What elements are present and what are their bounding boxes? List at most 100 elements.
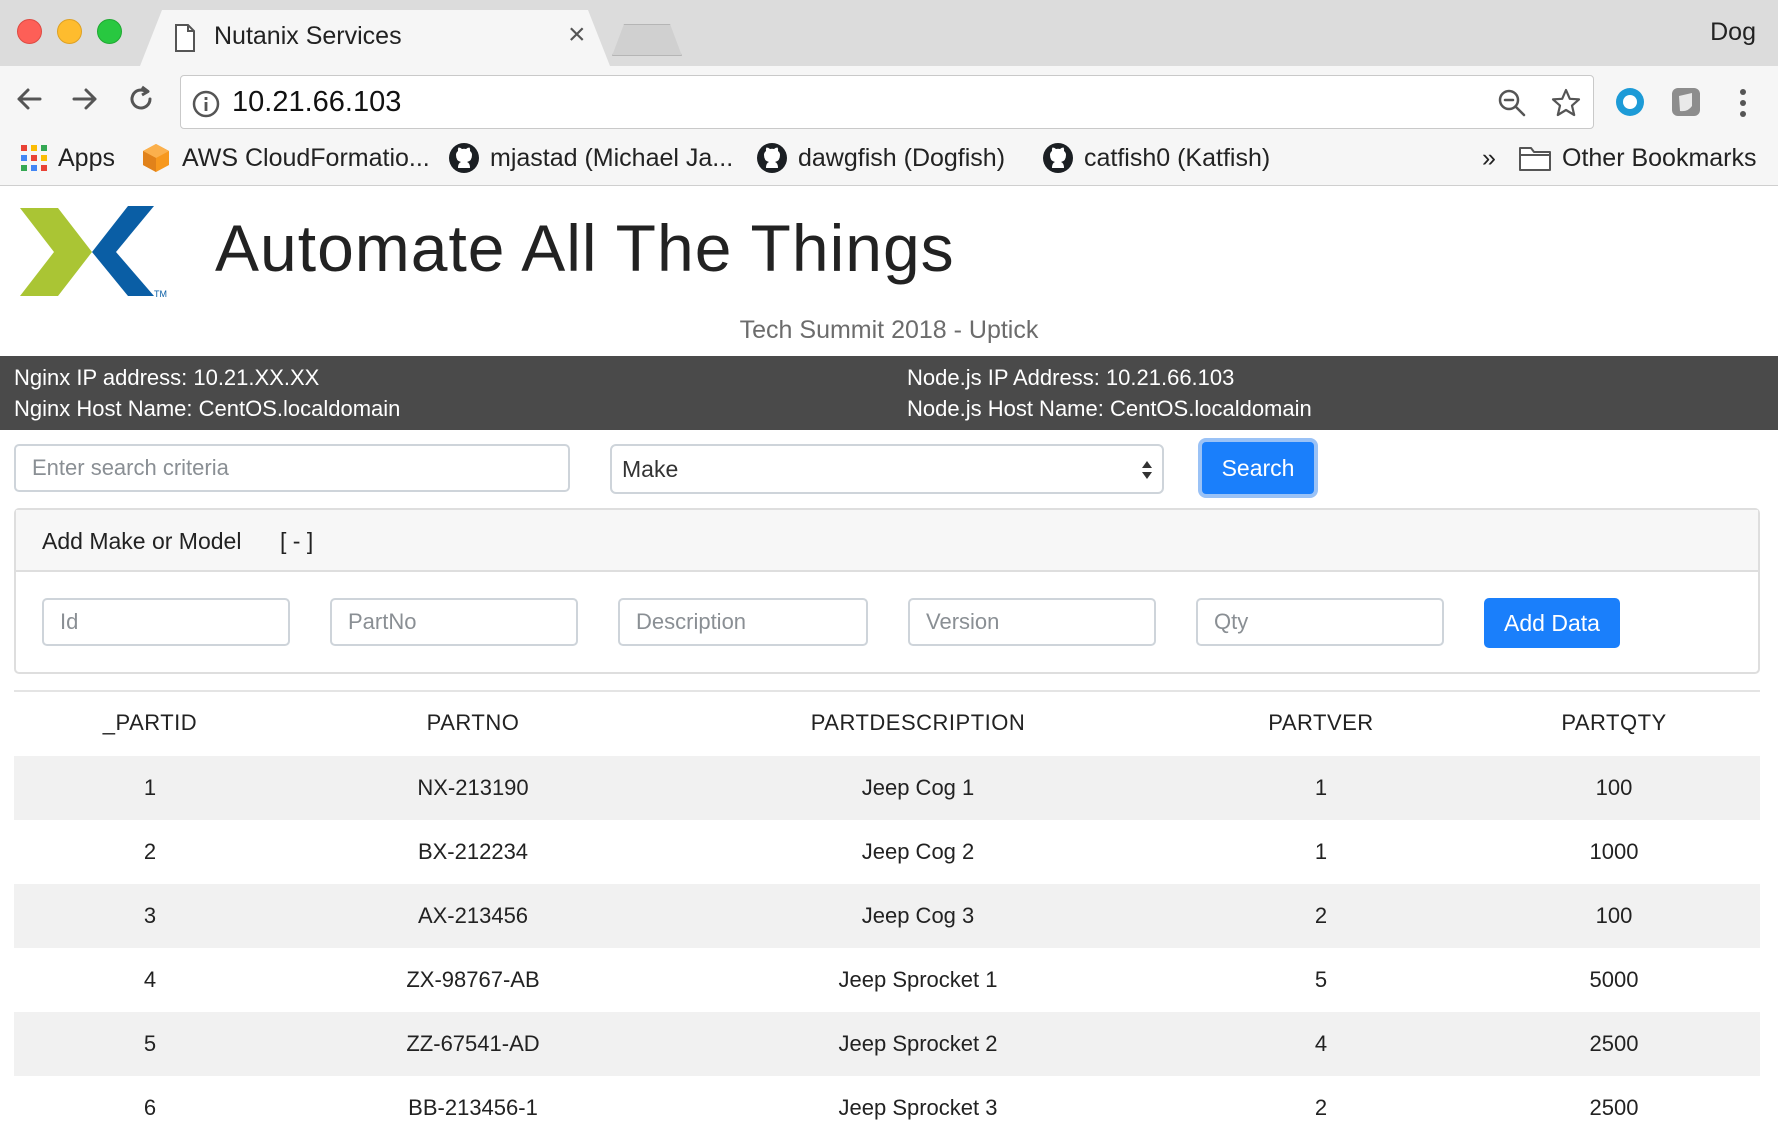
table-cell: 1	[143, 775, 157, 800]
table-cell: NX-213190	[417, 775, 529, 800]
table-row: 6 BB-213456-1 Jeep Sprocket 3 2 2500	[14, 1076, 1760, 1140]
zoom-out-icon[interactable]	[1497, 88, 1527, 118]
table-cell: 1	[1314, 775, 1328, 800]
bookmark-star-icon[interactable]	[1550, 87, 1582, 119]
back-arrow-icon[interactable]	[14, 84, 44, 114]
tab-title: Nutanix Services	[214, 22, 402, 50]
github-icon	[1043, 143, 1073, 173]
table-cell: Jeep Sprocket 2	[838, 1031, 998, 1056]
apps-grid-icon	[21, 145, 47, 171]
partno-input[interactable]	[330, 598, 578, 646]
table-cell: 2	[143, 839, 157, 864]
table-cell: 2	[1314, 1095, 1328, 1120]
more-menu-icon[interactable]	[1733, 86, 1753, 120]
collapse-toggle[interactable]: [ - ]	[280, 528, 313, 555]
nginx-host-label: Nginx Host Name: CentOS.localdomain	[14, 396, 401, 421]
bookmark-label: AWS CloudFormatio...	[182, 143, 430, 172]
aws-cube-icon	[143, 144, 169, 172]
table-cell: 4	[143, 967, 157, 992]
table-cell: Jeep Sprocket 1	[838, 967, 998, 992]
bookmark-catfish0[interactable]: catfish0 (Katfish)	[1042, 142, 1270, 174]
nginx-ip-label: Nginx IP address: 10.21.XX.XX	[14, 365, 320, 390]
table-cell: BB-213456-1	[408, 1095, 538, 1120]
table-cell: ZX-98767-AB	[406, 967, 540, 992]
bookmark-aws[interactable]: AWS CloudFormatio...	[140, 142, 430, 174]
table-cell: Jeep Cog 3	[861, 903, 975, 928]
table-cell: 2	[1314, 903, 1328, 928]
version-input[interactable]	[908, 598, 1156, 646]
table-row: 5 ZZ-67541-AD Jeep Sprocket 2 4 2500	[14, 1012, 1760, 1076]
table-cell: Jeep Cog 1	[861, 775, 975, 800]
forward-arrow-icon[interactable]	[70, 84, 100, 114]
github-icon	[449, 143, 479, 173]
add-data-button[interactable]: Add Data	[1484, 598, 1620, 648]
table-cell: 5	[1314, 967, 1328, 992]
search-input[interactable]	[14, 444, 570, 492]
table-cell: 5000	[1589, 967, 1639, 992]
nutanix-logo: TM	[20, 206, 167, 298]
add-make-model-card: Add Make or Model [ - ]	[14, 508, 1760, 674]
description-input[interactable]	[618, 598, 868, 646]
bookmark-other-bookmarks[interactable]: Other Bookmarks	[1518, 142, 1757, 174]
table-cell: 5	[143, 1031, 157, 1056]
table-cell: 1	[1314, 839, 1328, 864]
table-row: 2 BX-212234 Jeep Cog 2 1 1000	[14, 820, 1760, 884]
bookmark-label: Other Bookmarks	[1562, 143, 1757, 172]
table-cell: Jeep Sprocket 3	[838, 1095, 998, 1120]
node-ip-label: Node.js IP Address: 10.21.66.103	[907, 365, 1235, 390]
page-subtitle: Tech Summit 2018 - Uptick	[739, 316, 1039, 344]
reload-icon[interactable]	[126, 84, 156, 114]
id-input[interactable]	[42, 598, 290, 646]
table-cell: 6	[143, 1095, 157, 1120]
table-cell: 2500	[1589, 1095, 1639, 1120]
browser-tab-bar: Nutanix Services × Dog	[0, 0, 1778, 66]
table-cell: 2500	[1589, 1031, 1639, 1056]
bookmark-label: catfish0 (Katfish)	[1084, 143, 1271, 172]
table-cell: 100	[1595, 903, 1633, 928]
column-header: _PARTID	[102, 710, 198, 735]
close-tab-icon[interactable]: ×	[568, 20, 586, 50]
column-header: PARTVER	[1268, 710, 1374, 735]
page-title: Automate All The Things	[215, 211, 955, 285]
table-cell: 100	[1595, 775, 1633, 800]
overflow-chevron-icon: »	[1482, 143, 1496, 172]
select-value: Make	[622, 456, 679, 482]
table-cell: 1000	[1589, 839, 1639, 864]
table-cell: 3	[143, 903, 157, 928]
document-icon	[175, 24, 195, 52]
qty-input[interactable]	[1196, 598, 1444, 646]
bookmarks-overflow-button[interactable]: »	[1482, 142, 1496, 174]
new-tab-button[interactable]	[612, 24, 682, 56]
bookmark-apps[interactable]: Apps	[20, 142, 115, 174]
bookmark-label: dawgfish (Dogfish)	[798, 143, 1006, 172]
table-row: 3 AX-213456 Jeep Cog 3 2 100	[14, 884, 1760, 948]
bookmark-label: mjastad (Michael Ja...	[490, 143, 734, 172]
extension-circle-icon[interactable]	[1614, 86, 1646, 118]
make-select[interactable]: Make	[610, 444, 1164, 494]
table-cell: AX-213456	[417, 903, 529, 928]
column-header: PARTNO	[426, 710, 520, 735]
close-window-button[interactable]	[17, 19, 42, 44]
search-button[interactable]: Search	[1202, 442, 1314, 494]
folder-icon	[1519, 147, 1551, 171]
column-header: PARTDESCRIPTION	[810, 710, 1026, 735]
card-header: Add Make or Model [ - ]	[16, 510, 1758, 572]
extension-shield-icon[interactable]	[1670, 86, 1702, 118]
table-cell: Jeep Cog 2	[861, 839, 975, 864]
node-host-label: Node.js Host Name: CentOS.localdomain	[907, 396, 1312, 421]
table-cell: ZZ-67541-AD	[406, 1031, 540, 1056]
table-row: 1 NX-213190 Jeep Cog 1 1 100	[14, 756, 1760, 820]
minimize-window-button[interactable]	[57, 19, 82, 44]
profile-name[interactable]: Dog	[1710, 18, 1756, 47]
card-title: Add Make or Model	[42, 528, 242, 554]
bookmark-mjastad[interactable]: mjastad (Michael Ja...	[448, 142, 733, 174]
github-icon	[757, 143, 787, 173]
table-cell: 4	[1314, 1031, 1328, 1056]
svg-text:TM: TM	[154, 289, 167, 298]
table-divider	[14, 690, 1760, 692]
url-text[interactable]: 10.21.66.103	[232, 86, 401, 119]
info-circle-icon[interactable]	[192, 90, 220, 118]
select-arrows-icon	[1142, 461, 1152, 479]
bookmark-dawgfish[interactable]: dawgfish (Dogfish)	[756, 142, 1005, 174]
maximize-window-button[interactable]	[97, 19, 122, 44]
